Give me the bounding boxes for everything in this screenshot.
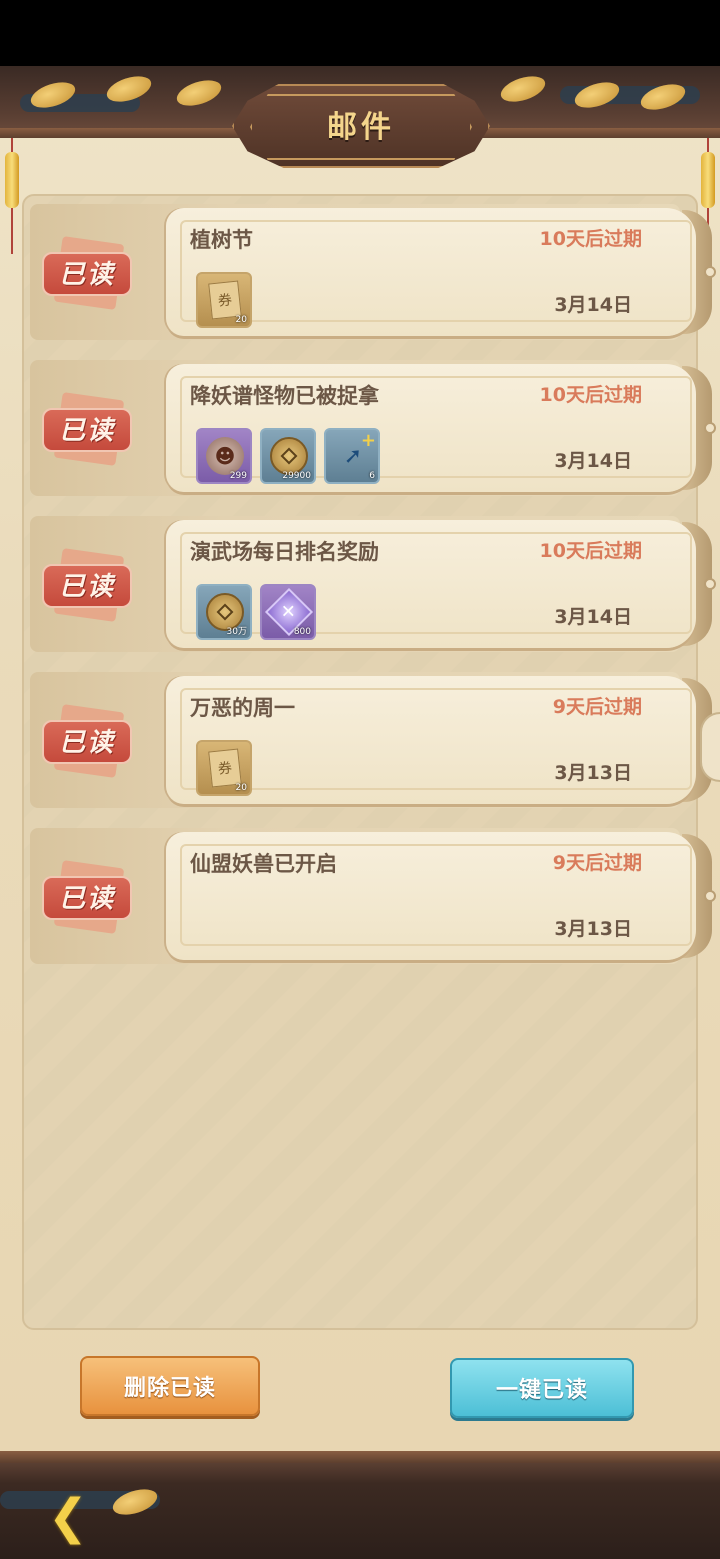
mail-item[interactable]: 已读 演武场每日排名奖励 10天后过期 3月14日 30万 ✕ 800	[30, 512, 716, 654]
mail-title: 植树节	[190, 228, 253, 252]
scroll-knob	[704, 266, 716, 278]
plus-icon: +	[360, 430, 376, 451]
read-stamp-label: 已读	[58, 884, 115, 914]
mail-title: 万恶的周一	[190, 696, 295, 720]
reward-item[interactable]: 29900	[260, 428, 316, 484]
status-bar	[0, 0, 720, 66]
side-drawer-tab[interactable]	[700, 712, 720, 782]
mail-item[interactable]: 已读 植树节 10天后过期 3月14日 券 20	[30, 200, 716, 342]
mail-expiry: 10天后过期	[539, 540, 642, 562]
reward-list: 券 20	[196, 740, 252, 796]
read-stamp-icon: 已读	[42, 860, 136, 934]
mail-item[interactable]: 已读 降妖谱怪物已被捉拿 10天后过期 3月14日 ☻ 299 29900 ➚ +…	[30, 356, 716, 498]
read-stamp-icon: 已读	[42, 704, 136, 778]
reward-count: 20	[235, 315, 247, 325]
lantern-icon	[701, 152, 715, 208]
mail-date: 3月14日	[554, 450, 632, 472]
scroll-knob	[704, 578, 716, 590]
purple-crystal-icon: ✕	[264, 587, 314, 637]
reward-count: 6	[369, 471, 375, 481]
mail-expiry: 10天后过期	[539, 384, 642, 406]
mail-date: 3月14日	[554, 606, 632, 628]
reward-list: 30万 ✕ 800	[196, 584, 316, 640]
mail-date: 3月13日	[554, 762, 632, 784]
read-stamp-label: 已读	[58, 572, 115, 602]
reward-list: ☻ 299 29900 ➚ + 6	[196, 428, 380, 484]
mail-title: 降妖谱怪物已被捉拿	[190, 384, 379, 408]
reward-list: 券 20	[196, 272, 252, 328]
mail-item[interactable]: 已读 仙盟妖兽已开启 9天后过期 3月13日	[30, 824, 716, 966]
mail-expiry: 10天后过期	[539, 228, 642, 250]
read-stamp-icon: 已读	[42, 392, 136, 466]
mail-item[interactable]: 已读 万恶的周一 9天后过期 3月13日 券 20	[30, 668, 716, 810]
mail-title: 演武场每日排名奖励	[190, 540, 379, 564]
mark-all-read-button[interactable]: 一键已读	[450, 1358, 634, 1418]
voucher-icon: 券	[206, 280, 244, 320]
delete-read-button[interactable]: 删除已读	[80, 1356, 260, 1416]
reward-count: 30万	[226, 627, 247, 637]
reward-item[interactable]: ✕ 800	[260, 584, 316, 640]
mail-expiry: 9天后过期	[552, 696, 642, 718]
ginkgo-leaf-icon	[109, 1484, 161, 1520]
mail-expiry: 9天后过期	[552, 852, 642, 874]
mail-title: 仙盟妖兽已开启	[190, 852, 337, 876]
read-stamp-label: 已读	[58, 416, 115, 446]
scroll-knob	[704, 890, 716, 902]
page-title: 邮件	[327, 110, 395, 145]
reward-item[interactable]: ☻ 299	[196, 428, 252, 484]
back-arrow-icon[interactable]: ❮	[36, 1488, 100, 1546]
reward-count: 800	[293, 627, 311, 637]
reward-item[interactable]: ➚ + 6	[324, 428, 380, 484]
read-stamp-label: 已读	[58, 728, 115, 758]
reward-item[interactable]: 30万	[196, 584, 252, 640]
scroll-knob	[704, 422, 716, 434]
lantern-icon	[5, 152, 19, 208]
voucher-icon: 券	[206, 748, 244, 788]
reward-item[interactable]: 券 20	[196, 740, 252, 796]
read-stamp-label: 已读	[58, 260, 115, 290]
reward-item[interactable]: 券 20	[196, 272, 252, 328]
footer-bar	[0, 1451, 720, 1559]
read-stamp-icon: 已读	[42, 236, 136, 310]
mail-date: 3月14日	[554, 294, 632, 316]
mail-date: 3月13日	[554, 918, 632, 940]
reward-count: 29900	[282, 471, 311, 481]
reward-count: 299	[229, 471, 247, 481]
copper-coin-icon	[270, 436, 308, 476]
reward-count: 20	[235, 783, 247, 793]
read-stamp-icon: 已读	[42, 548, 136, 622]
demon-token-icon: ☻	[206, 436, 244, 476]
